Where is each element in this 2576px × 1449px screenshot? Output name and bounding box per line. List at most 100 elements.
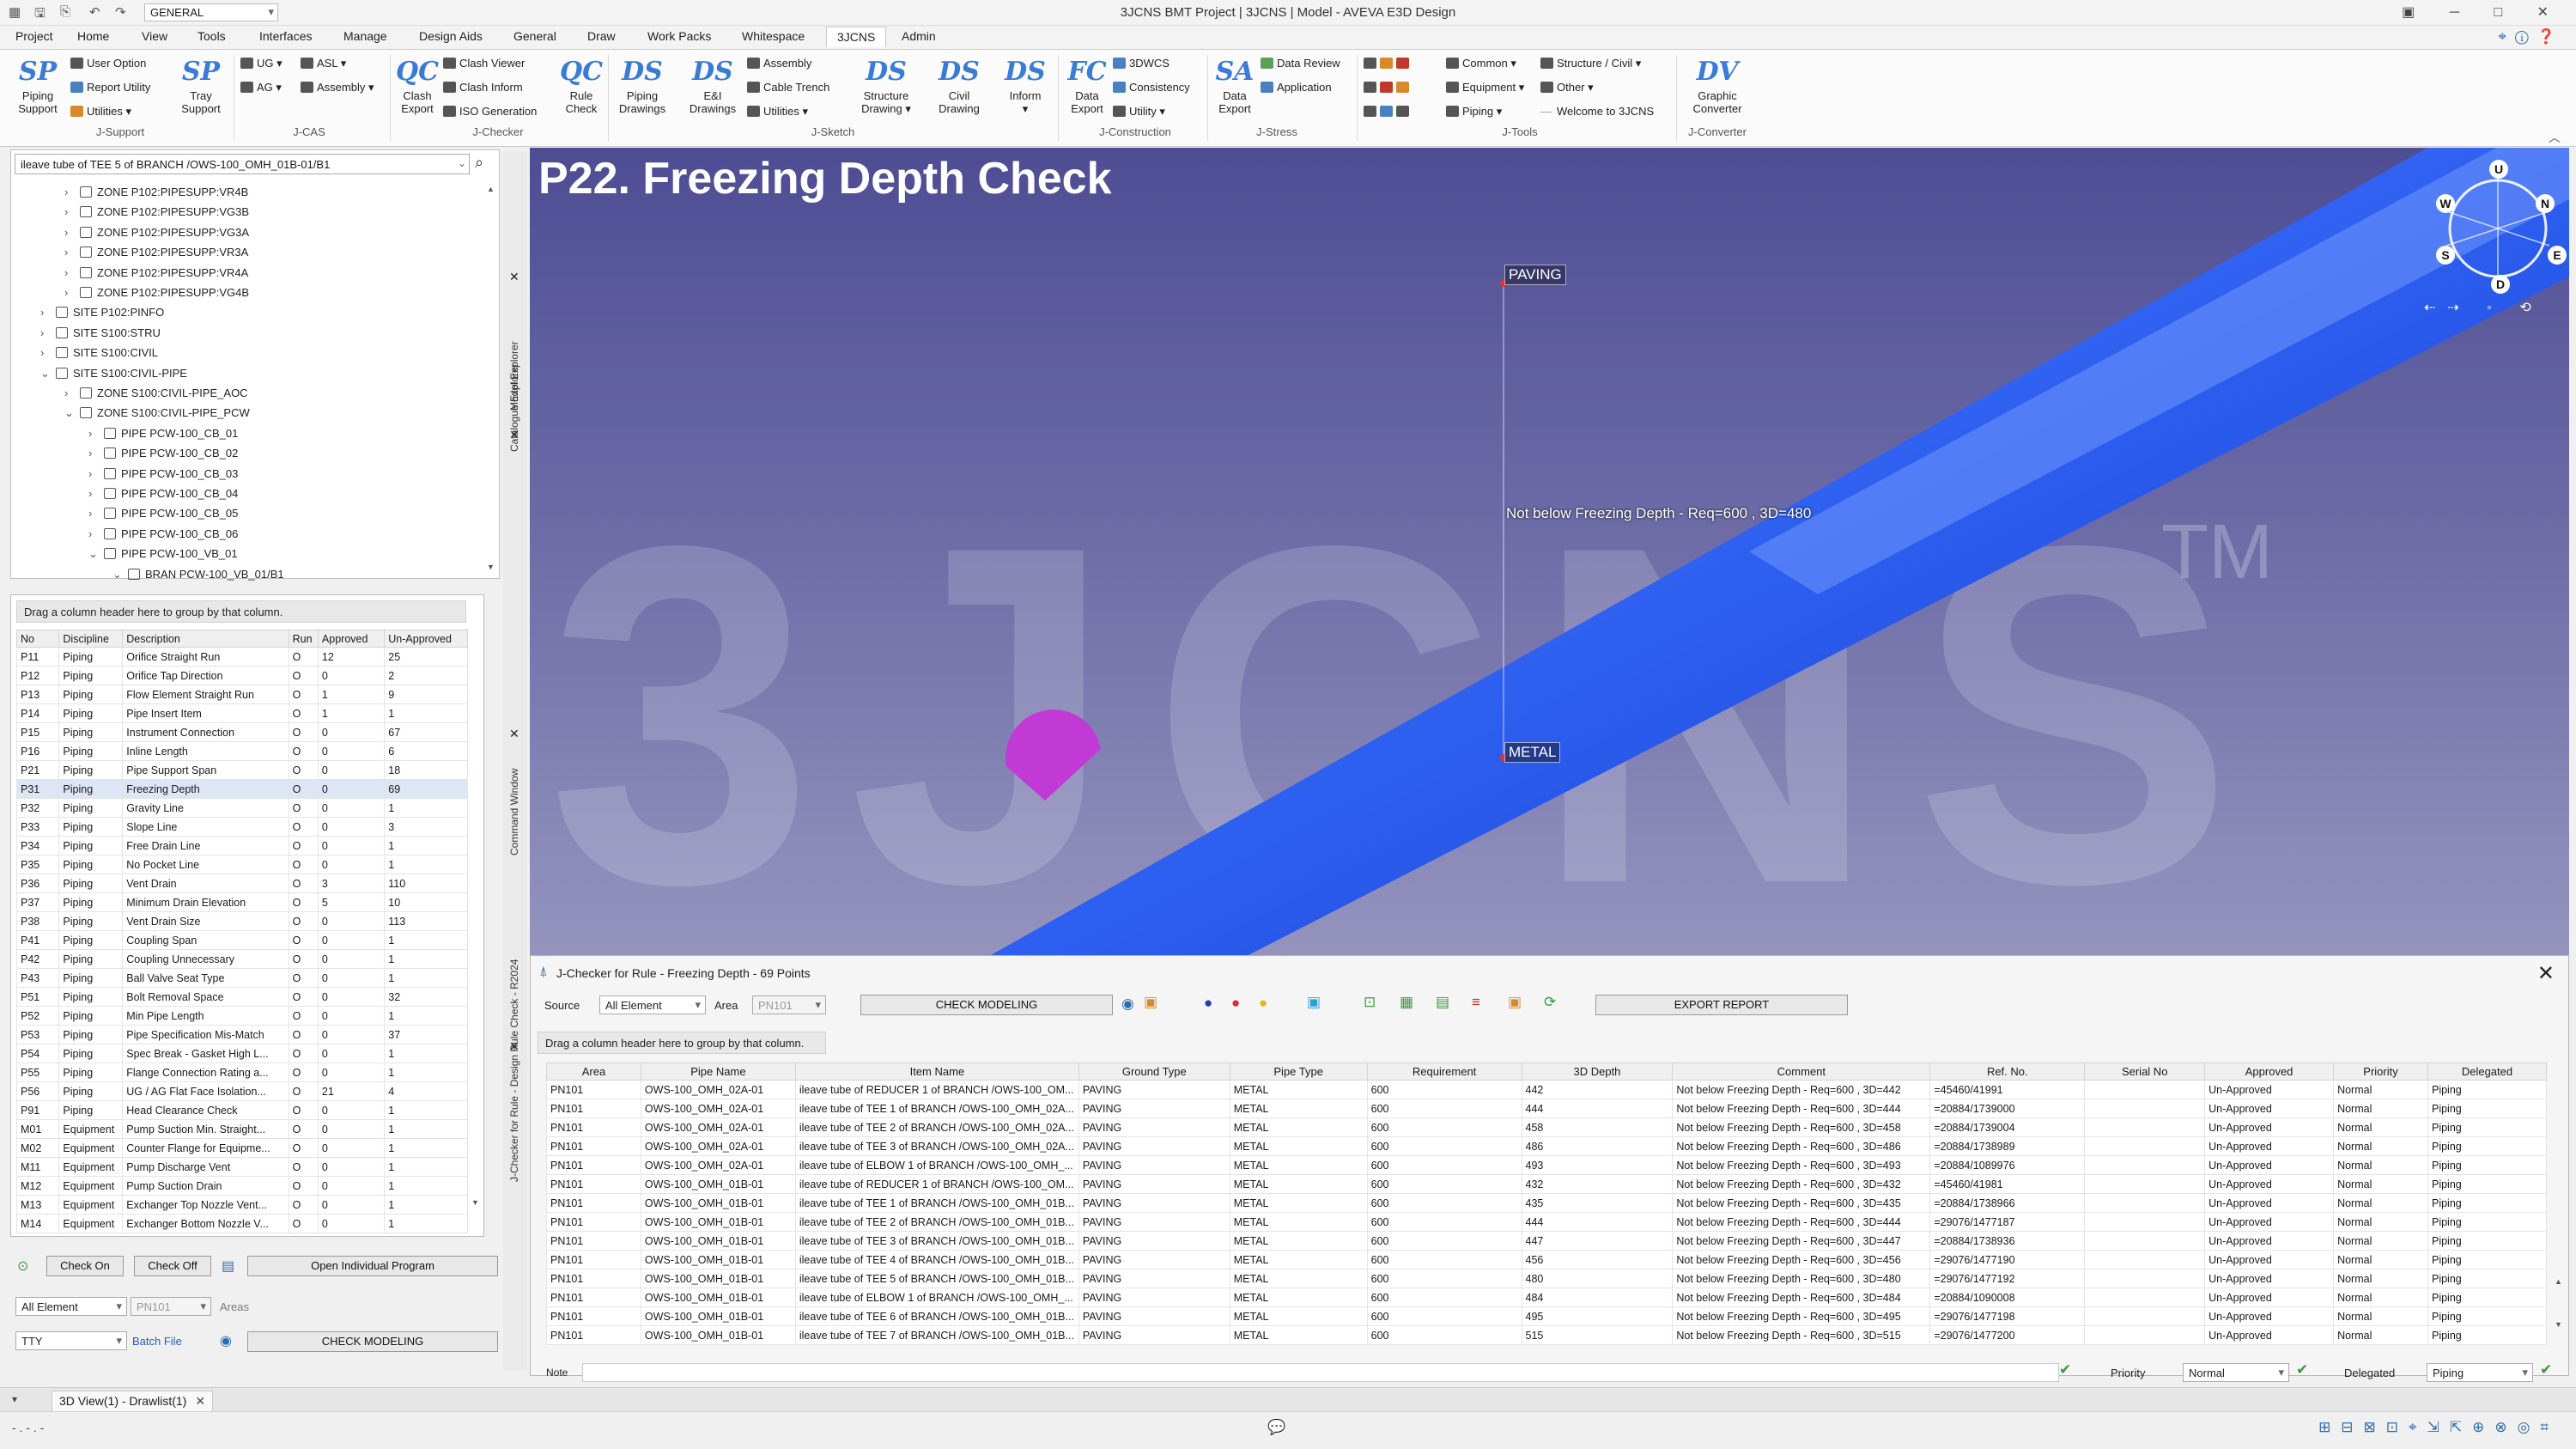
compass-west[interactable]: W [2436, 194, 2455, 213]
table-row[interactable]: M14 Equipment Exchanger Bottom Nozzle V...… [15, 1214, 468, 1233]
table-row[interactable]: P11 Piping Orifice Straight Run O 12 25 [15, 647, 468, 667]
tree-scrollbar[interactable]: ▲ ▼ [485, 185, 497, 571]
view-cube[interactable]: U D N S E W [2429, 160, 2567, 297]
table-row[interactable]: PN101 OWS-100_OMH_02A-01 ileave tube of TE… [546, 1099, 2548, 1118]
tree-item[interactable]: › PIPE PCW-100_CB_05 [88, 506, 238, 521]
welcome-button[interactable]: — Welcome to 3JCNS [1540, 105, 1654, 119]
tab-view[interactable]: View [142, 29, 167, 43]
blue-dot-icon[interactable]: ● [1204, 995, 1212, 1012]
area-select[interactable]: PN101 [131, 1297, 211, 1316]
user-option-button[interactable]: User Option [70, 57, 146, 70]
table-row[interactable]: M13 Equipment Exchanger Top Nozzle Vent...… [15, 1195, 468, 1215]
tab-3jcns[interactable]: 3JCNS [826, 27, 887, 47]
expand-icon[interactable]: ⌄ [64, 405, 76, 421]
table-row[interactable]: P33 Piping Slope Line O 0 3 [15, 817, 468, 837]
column-header[interactable]: Area [546, 1062, 641, 1081]
table-row[interactable]: PN101 OWS-100_OMH_01B-01 ileave tube of RE… [546, 1174, 2548, 1194]
table-row[interactable]: PN101 OWS-100_OMH_02A-01 ileave tube of EL… [546, 1155, 2548, 1175]
table-row[interactable]: P37 Piping Minimum Drain Elevation O 5 10 [15, 892, 468, 912]
tree-item[interactable]: › PIPE PCW-100_CB_02 [88, 446, 238, 461]
tab-interfaces[interactable]: Interfaces [259, 29, 312, 43]
snapshot-icon[interactable]: ▣ [1307, 994, 1321, 1011]
red-dot-icon[interactable]: ● [1231, 995, 1240, 1012]
table-row[interactable]: P43 Piping Ball Valve Seat Type O 0 1 [15, 968, 468, 988]
close-icon[interactable]: ✕ [509, 1039, 519, 1054]
tree-item[interactable]: › ZONE P102:PIPESUPP:VR4A [64, 265, 248, 281]
chevron-down-icon[interactable]: ⌄ [458, 157, 466, 169]
compass-north[interactable]: N [2536, 194, 2555, 213]
equipment-button[interactable]: Equipment ▾ [1446, 81, 1524, 94]
expand-icon[interactable]: ⌄ [112, 567, 125, 582]
table-row[interactable]: M11 Equipment Pump Discharge Vent O 0 1 [15, 1157, 468, 1177]
table-row[interactable]: P55 Piping Flange Connection Rating a... O 0… [15, 1062, 468, 1082]
expand-icon[interactable]: › [88, 426, 100, 441]
column-header[interactable]: Description [122, 630, 289, 648]
view-nav-controls[interactable]: ⇠⇢ ◦ ⟲ [2424, 299, 2543, 316]
scroll-up-icon[interactable]: ▲ [2555, 1277, 2562, 1286]
close-icon[interactable]: ✕ [509, 727, 519, 741]
tab-3d-view[interactable]: 3D View(1) - Drawlist(1) ✕ [52, 1391, 214, 1412]
expand-icon[interactable]: › [64, 185, 76, 200]
cas-assembly-button[interactable]: Assembly ▾ [301, 81, 374, 94]
column-header[interactable]: Ref. No. [1929, 1062, 2086, 1081]
tree-item[interactable]: › ZONE S100:CIVIL-PIPE_AOC [64, 386, 248, 401]
tree-item[interactable]: › PIPE PCW-100_CB_03 [88, 466, 238, 482]
cable-trench-button[interactable]: Cable Trench [747, 81, 829, 94]
table-row[interactable]: P35 Piping No Pocket Line O 0 1 [15, 855, 468, 874]
tree-item[interactable]: › SITE S100:STRU [40, 326, 161, 341]
list-icon[interactable]: ▤ [1436, 994, 1449, 1011]
tab-manage[interactable]: Manage [343, 29, 387, 43]
table-row[interactable]: PN101 OWS-100_OMH_01B-01 ileave tube of TE… [546, 1306, 2548, 1326]
table-row[interactable]: P42 Piping Coupling Unnecessary O 0 1 [15, 949, 468, 969]
help-icons[interactable]: ⌖ⓘ❓ [2498, 28, 2564, 46]
column-header[interactable]: Serial No [2084, 1062, 2206, 1081]
tree-item[interactable]: ⌄ BRAN PCW-100_VB_01/B1 [112, 567, 284, 582]
expand-icon[interactable]: › [64, 285, 76, 301]
tab-work-packs[interactable]: Work Packs [647, 29, 711, 43]
graphic-converter-button[interactable]: DV Graphic Converter [1683, 57, 1752, 115]
target-icon[interactable]: ⊡ [1364, 994, 1376, 1011]
sketch-utilities-button[interactable]: Utilities ▾ [747, 105, 808, 119]
tree-item[interactable]: › PIPE PCW-100_CB_06 [88, 527, 238, 542]
tree-item[interactable]: › ZONE P102:PIPESUPP:VR4B [64, 185, 248, 200]
tree-item[interactable]: › SITE P102:PINFO [40, 305, 164, 320]
close-icon[interactable]: ✕ [509, 428, 519, 442]
table-row[interactable]: PN101 OWS-100_OMH_02A-01 ileave tube of TE… [546, 1117, 2548, 1137]
checker-check-modeling-button[interactable]: CHECK MODELING [860, 995, 1113, 1015]
tree-item[interactable]: › ZONE P102:PIPESUPP:VG3B [64, 204, 249, 220]
table-row[interactable]: P13 Piping Flow Element Straight Run O 1 9 [15, 685, 468, 704]
checker-source-select[interactable]: All Element [599, 995, 706, 1014]
table-row[interactable]: P41 Piping Coupling Span O 0 1 [15, 930, 468, 950]
column-header[interactable]: Priority [2333, 1062, 2428, 1081]
ug-button[interactable]: UG ▾ [240, 57, 283, 70]
column-header[interactable]: Delegated [2427, 1062, 2548, 1081]
expand-icon[interactable]: › [40, 345, 52, 361]
table-row[interactable]: P91 Piping Head Clearance Check O 0 1 [15, 1100, 468, 1120]
check-on-button[interactable]: Check On [46, 1256, 124, 1276]
support-utilities-button[interactable]: Utilities ▾ [70, 105, 131, 119]
tab-draw[interactable]: Draw [587, 29, 616, 43]
ag-button[interactable]: AG ▾ [240, 81, 282, 94]
inform-button[interactable]: DS Inform ▾ [1001, 57, 1049, 115]
data-review-button[interactable]: Data Review [1261, 57, 1340, 70]
tree-item[interactable]: › ZONE P102:PIPESUPP:VG4B [64, 285, 249, 301]
tree-item[interactable]: ⌄ PIPE PCW-100_VB_01 [88, 546, 238, 562]
table-row[interactable]: P16 Piping Inline Length O 0 6 [15, 741, 468, 761]
check-off-button[interactable]: Check Off [134, 1256, 211, 1276]
refresh-icon[interactable]: ⟳ [1544, 994, 1556, 1011]
clash-marker[interactable] [1005, 709, 1101, 801]
expand-icon[interactable]: › [40, 305, 52, 320]
explorer-search-input[interactable]: ileave tube of TEE 5 of BRANCH /OWS-100_… [15, 154, 470, 174]
expand-icon[interactable]: › [64, 245, 76, 260]
column-header[interactable]: No [15, 630, 60, 648]
rules-scrollbar[interactable]: ▼ [470, 630, 482, 1231]
table-row[interactable]: PN101 OWS-100_OMH_01B-01 ileave tube of TE… [546, 1325, 2548, 1345]
tab-general[interactable]: General [513, 29, 556, 43]
chat-icon[interactable]: 💬 [1267, 1419, 1285, 1436]
expand-icon[interactable]: › [64, 225, 76, 240]
table-row[interactable]: PN101 OWS-100_OMH_01B-01 ileave tube of TE… [546, 1269, 2548, 1288]
table-row[interactable]: P12 Piping Orifice Tap Direction O 0 2 [15, 666, 468, 685]
expand-icon[interactable]: › [88, 486, 100, 502]
camera-icon[interactable]: ◉ [1121, 995, 1134, 1013]
tab-jchecker-rule[interactable]: J-Checker for Rule - Design Rule Check -… [508, 752, 520, 1182]
